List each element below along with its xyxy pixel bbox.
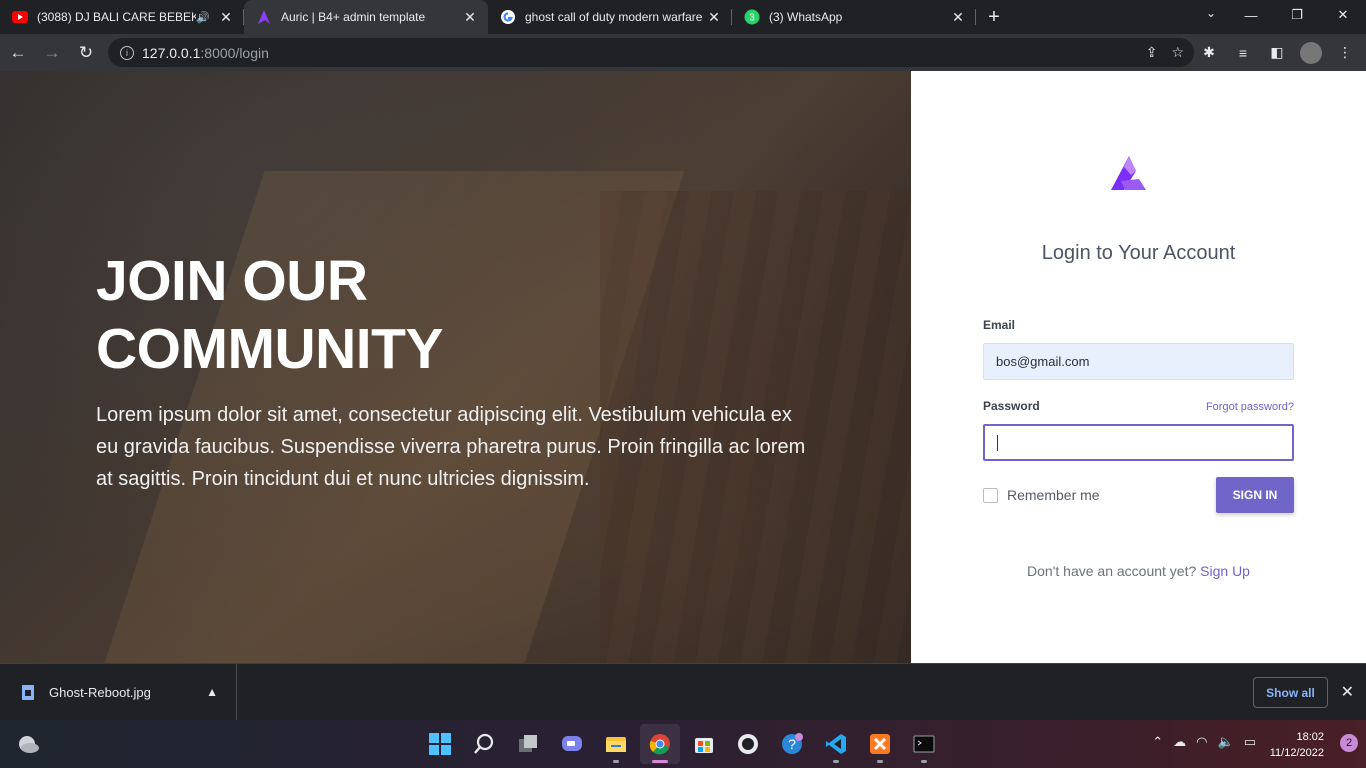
hero-title-line1: JOIN OUR xyxy=(96,249,368,313)
svg-text:?: ? xyxy=(788,736,796,752)
volume-icon[interactable]: 🔈 xyxy=(1218,734,1234,750)
close-tab-icon[interactable]: ✕ xyxy=(950,9,966,26)
wifi-icon[interactable]: ◠ xyxy=(1196,734,1207,750)
tab-auric[interactable]: Auric | B4+ admin template ✕ xyxy=(244,0,488,34)
teams-chat-icon[interactable] xyxy=(552,724,592,764)
signup-prompt-text: Don't have an account yet? xyxy=(1027,563,1197,579)
youtube-icon xyxy=(12,9,28,25)
whatsapp-icon: 3 xyxy=(744,9,760,25)
taskbar-apps: ? xyxy=(420,724,944,764)
clock-date: 11/12/2022 xyxy=(1269,747,1324,759)
browser-tab-strip: (3088) DJ BALI CARE BEBEK Vi 🔊 ✕ Auric |… xyxy=(0,0,1366,34)
system-tray: ⌃ ☁ ◠ 🔈 ▭ xyxy=(1152,734,1256,750)
close-tab-icon[interactable]: ✕ xyxy=(706,9,722,26)
email-value: bos@gmail.com xyxy=(996,354,1090,369)
close-downloads-icon[interactable]: ✕ xyxy=(1341,682,1354,702)
weather-widget-icon[interactable] xyxy=(16,733,40,755)
hero-title-line2: COMMUNITY xyxy=(96,317,443,381)
password-label: Password xyxy=(983,399,1040,413)
tab-google[interactable]: ghost call of duty modern warfare ✕ xyxy=(488,0,732,34)
audio-icon[interactable]: 🔊 xyxy=(196,11,210,24)
auric-logo-icon xyxy=(256,9,272,25)
google-icon xyxy=(500,9,516,25)
hero-panel: JOIN OUR COMMUNITY Lorem ipsum dolor sit… xyxy=(0,71,911,663)
tab-title: ghost call of duty modern warfare xyxy=(525,10,703,24)
taskbar-clock[interactable]: 18:02 11/12/2022 xyxy=(1270,729,1324,761)
chevron-up-icon[interactable]: ⌃ xyxy=(1152,734,1163,750)
url-host: 127.0.0.1 xyxy=(142,44,201,61)
search-icon[interactable] xyxy=(464,724,504,764)
auric-logo-icon xyxy=(1109,155,1147,191)
download-item[interactable]: Ghost-Reboot.jpg ▲ xyxy=(0,664,237,720)
address-bar[interactable]: i 127.0.0.1 :8000/login ⇪ ☆ xyxy=(108,38,1194,67)
tab-search-icon[interactable]: ⌄ xyxy=(1206,6,1216,20)
forgot-password-link[interactable]: Forgot password? xyxy=(1206,401,1294,413)
sign-up-link[interactable]: Sign Up xyxy=(1200,563,1250,579)
text-caret xyxy=(997,434,998,451)
browser-toolbar: ← → ↻ i 127.0.0.1 :8000/login ⇪ ☆ ✱ ≡ ◧ … xyxy=(0,34,1366,71)
site-info-icon[interactable]: i xyxy=(120,45,134,60)
remember-me[interactable]: Remember me xyxy=(983,487,1100,503)
media-control-icon[interactable]: ≡ xyxy=(1228,38,1258,67)
hero-title: JOIN OUR COMMUNITY xyxy=(96,247,656,383)
store-icon[interactable] xyxy=(684,724,724,764)
email-label: Email xyxy=(983,318,1016,332)
minimize-icon[interactable]: — xyxy=(1228,0,1274,30)
back-icon[interactable]: ← xyxy=(2,38,34,68)
remember-checkbox[interactable] xyxy=(983,487,998,503)
login-heading: Login to Your Account xyxy=(1041,242,1236,264)
hero-body: Lorem ipsum dolor sit amet, consectetur … xyxy=(96,404,806,490)
battery-icon[interactable]: ▭ xyxy=(1244,734,1256,750)
close-tab-icon[interactable]: ✕ xyxy=(218,9,234,26)
share-icon[interactable]: ⇪ xyxy=(1146,44,1158,61)
chrome-icon[interactable] xyxy=(640,724,680,764)
reload-icon[interactable]: ↻ xyxy=(70,38,102,68)
tab-title: (3088) DJ BALI CARE BEBEK Vi xyxy=(37,10,197,24)
terminal-icon[interactable] xyxy=(904,724,944,764)
email-field[interactable]: bos@gmail.com xyxy=(983,343,1294,380)
onedrive-cloud-icon[interactable]: ☁ xyxy=(1173,734,1186,750)
menu-icon[interactable]: ⋮ xyxy=(1330,38,1360,67)
window-controls: — ❐ ✕ xyxy=(1228,0,1366,30)
signup-prompt: Don't have an account yet? Sign Up xyxy=(911,563,1366,579)
notification-badge[interactable]: 2 xyxy=(1340,734,1358,752)
tab-title: (3) WhatsApp xyxy=(769,10,843,24)
chevron-up-icon[interactable]: ▲ xyxy=(206,685,218,699)
windows-taskbar: ? ⌃ ☁ ◠ 🔈 ▭ 18:02 11/12/2022 2 xyxy=(0,720,1366,768)
extensions-icon[interactable]: ✱ xyxy=(1194,38,1224,67)
downloads-bar: Ghost-Reboot.jpg ▲ Show all ✕ xyxy=(0,663,1366,720)
image-file-icon xyxy=(22,684,34,700)
sign-in-button[interactable]: SIGN IN xyxy=(1216,477,1294,513)
vscode-icon[interactable] xyxy=(816,724,856,764)
new-tab-button[interactable]: + xyxy=(976,0,1012,34)
tab-title: Auric | B4+ admin template xyxy=(281,10,426,24)
bookmark-star-icon[interactable]: ☆ xyxy=(1171,44,1184,61)
task-view-icon[interactable] xyxy=(508,724,548,764)
start-icon[interactable] xyxy=(420,724,460,764)
clock-time: 18:02 xyxy=(1296,731,1324,743)
page-content: JOIN OUR COMMUNITY Lorem ipsum dolor sit… xyxy=(0,71,1366,663)
url-path: :8000/login xyxy=(200,44,269,61)
xampp-icon[interactable] xyxy=(860,724,900,764)
login-panel: Login to Your Account Email bos@gmail.co… xyxy=(911,71,1366,663)
password-field[interactable] xyxy=(983,424,1294,461)
svg-text:3: 3 xyxy=(749,13,755,24)
forward-icon[interactable]: → xyxy=(36,38,68,68)
tab-youtube[interactable]: (3088) DJ BALI CARE BEBEK Vi 🔊 ✕ xyxy=(0,0,244,34)
close-window-icon[interactable]: ✕ xyxy=(1320,0,1366,30)
file-explorer-icon[interactable] xyxy=(596,724,636,764)
close-tab-icon[interactable]: ✕ xyxy=(462,9,478,26)
profile-avatar[interactable] xyxy=(1300,42,1322,64)
remember-label: Remember me xyxy=(1007,487,1100,503)
download-filename: Ghost-Reboot.jpg xyxy=(49,684,151,700)
github-icon[interactable] xyxy=(728,724,768,764)
side-panel-icon[interactable]: ◧ xyxy=(1262,38,1292,67)
help-icon[interactable]: ? xyxy=(772,724,812,764)
tab-whatsapp[interactable]: 3 (3) WhatsApp ✕ xyxy=(732,0,976,34)
show-all-button[interactable]: Show all xyxy=(1253,677,1328,708)
restore-icon[interactable]: ❐ xyxy=(1274,0,1320,30)
